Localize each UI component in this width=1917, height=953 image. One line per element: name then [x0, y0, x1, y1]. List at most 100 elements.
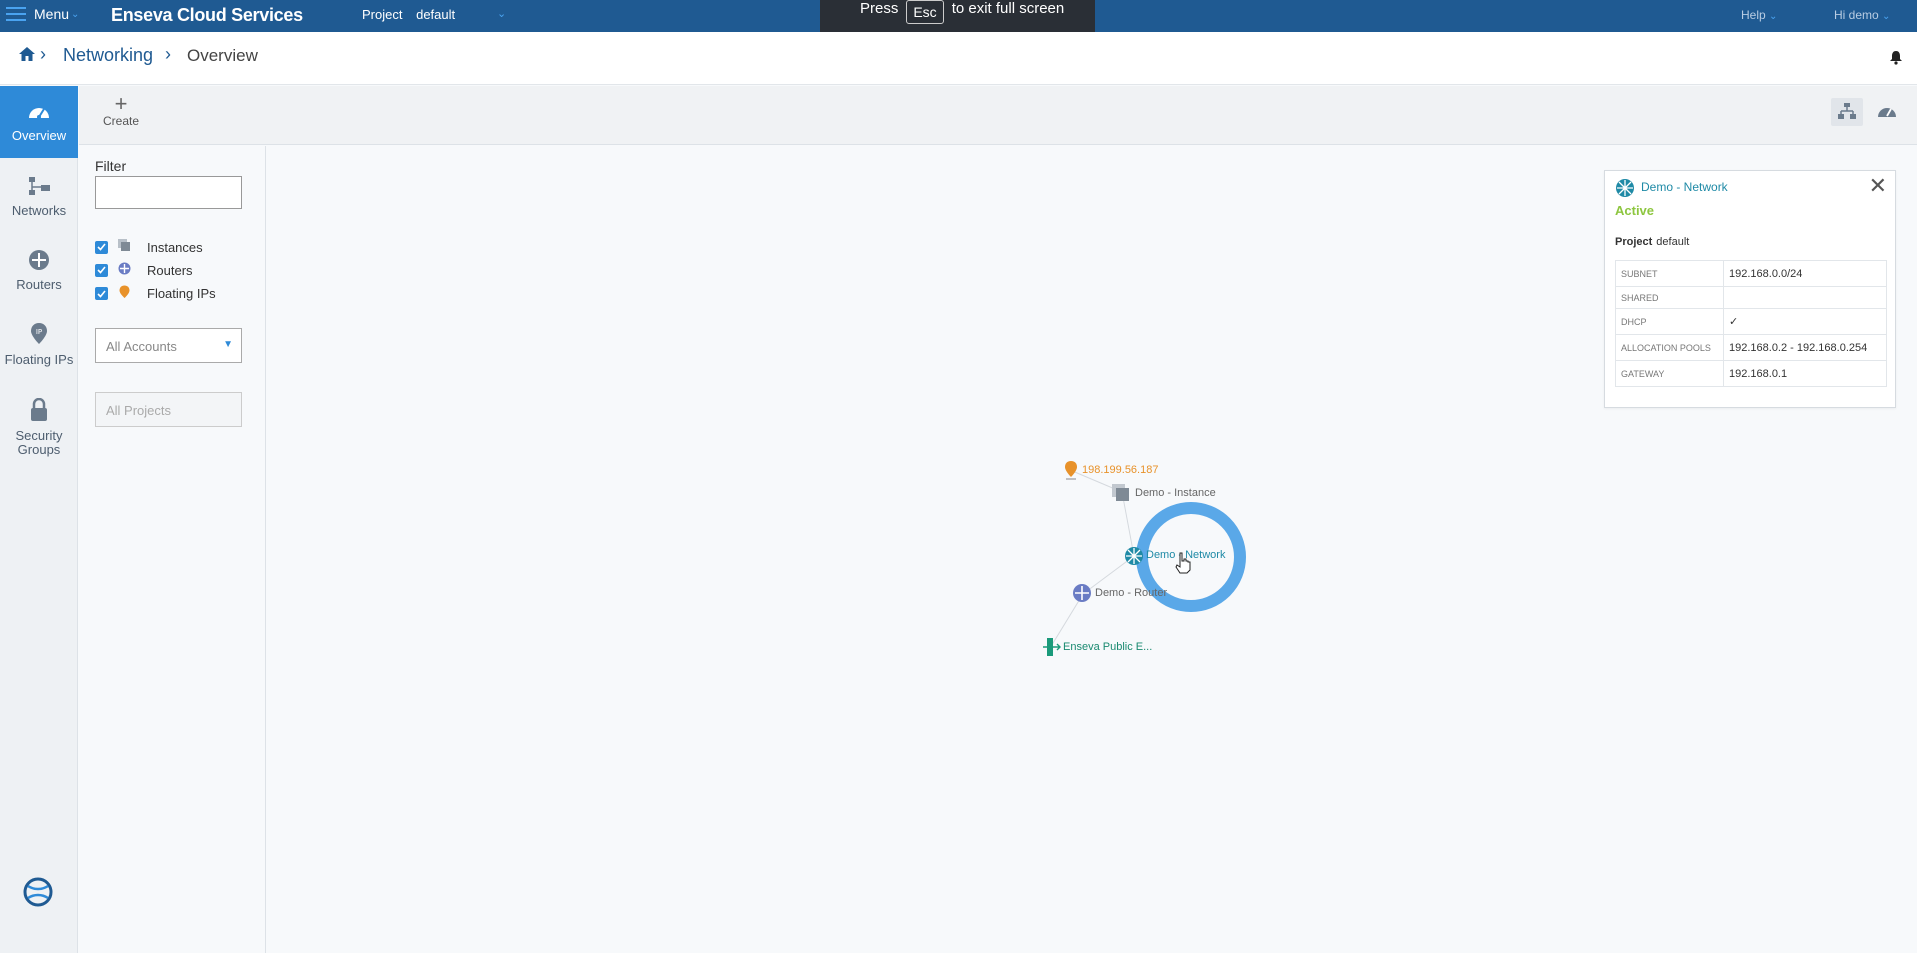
bell-icon[interactable]: [1889, 50, 1903, 68]
view-switcher: [1831, 98, 1903, 126]
ip-pin-icon: IP: [29, 322, 49, 349]
projects-select[interactable]: All Projects: [95, 392, 242, 427]
dashboard-view-button[interactable]: [1871, 98, 1903, 126]
filter-panel: Filter Instances Routers Floating IPs Al…: [79, 146, 266, 953]
checkbox-checked-icon: [95, 240, 108, 254]
checkbox-routers[interactable]: Routers: [95, 262, 193, 278]
plus-icon: +: [114, 91, 128, 116]
network-icon: [26, 175, 52, 200]
row-key: SUBNET: [1615, 260, 1724, 287]
external-network-node-icon[interactable]: [1042, 637, 1062, 660]
network-detail-card: Demo - Network ✕ Active Project default S…: [1604, 170, 1896, 408]
nav-label: Routers: [16, 276, 62, 292]
checkbox-floating-ips[interactable]: Floating IPs: [95, 285, 216, 302]
row-key: SHARED: [1615, 286, 1724, 309]
hamburger-icon: [6, 7, 26, 21]
project-label: Project: [1615, 236, 1653, 248]
project-selector[interactable]: Project default ⌄: [362, 7, 506, 22]
ip-pin-icon: [118, 285, 131, 302]
topology-view-button[interactable]: [1831, 98, 1863, 126]
row-key: ALLOCATION POOLS: [1615, 334, 1724, 361]
nav-item-routers[interactable]: Routers: [0, 234, 78, 306]
nav-item-overview[interactable]: Overview: [0, 86, 78, 158]
lock-icon: [30, 397, 48, 425]
create-label: Create: [103, 114, 140, 128]
checkbox-checked-icon: [95, 263, 108, 277]
brand-title: Enseva Cloud Services: [111, 5, 303, 25]
table-row: DHCP ✓: [1615, 308, 1887, 335]
enseva-logo-icon: [22, 876, 54, 911]
page-title: Overview: [187, 46, 258, 65]
user-menu[interactable]: Hi demo ⌄: [1834, 8, 1890, 22]
breadcrumb-networking[interactable]: Networking: [63, 45, 153, 66]
nav-label: Floating IPs: [4, 351, 74, 367]
nav-label: Networks: [11, 202, 67, 218]
breadcrumb: › Networking › Overview: [0, 32, 1917, 85]
topology-icon: [1838, 102, 1856, 122]
nav-item-floating-ips[interactable]: IP Floating IPs: [0, 308, 78, 380]
table-row: GATEWAY 192.168.0.1: [1615, 360, 1887, 387]
status-badge: Active: [1615, 203, 1655, 218]
router-icon: [118, 262, 131, 278]
left-nav: Overview Networks Routers IP Floating IP…: [0, 86, 78, 953]
accounts-select[interactable]: All Accounts ▼: [95, 328, 242, 363]
help-label: Help: [1741, 8, 1766, 22]
fullscreen-notice: Press Esc to exit full screen: [820, 0, 1095, 32]
chevron-down-icon: ⌄: [71, 8, 80, 20]
create-button[interactable]: + Create: [103, 91, 140, 129]
close-icon[interactable]: ✕: [1869, 175, 1887, 197]
nav-item-security-groups[interactable]: Security Groups: [0, 386, 78, 468]
router-node-icon[interactable]: [1072, 583, 1092, 606]
top-bar: Menu ⌄ Enseva Cloud Services Project def…: [0, 0, 1917, 32]
svg-text:IP: IP: [36, 328, 42, 336]
menu-label: Menu: [34, 6, 70, 22]
fullscreen-message: to exit full screen: [951, 0, 1065, 17]
checkbox-label: Floating IPs: [147, 286, 216, 301]
instance-node-icon[interactable]: [1112, 484, 1130, 505]
row-value: 192.168.0.0/24: [1723, 260, 1887, 287]
network-node-icon[interactable]: [1124, 546, 1144, 569]
instance-node-label[interactable]: Demo - Instance: [1135, 487, 1216, 499]
router-node-label[interactable]: Demo - Router: [1095, 587, 1167, 599]
table-row: ALLOCATION POOLS 192.168.0.2 - 192.168.0.…: [1615, 334, 1887, 361]
external-network-node-label[interactable]: Enseva Public E...: [1063, 641, 1152, 653]
row-key: DHCP: [1615, 308, 1724, 335]
chevron-down-icon: ▼: [223, 339, 233, 350]
accounts-select-value: All Accounts: [106, 339, 177, 354]
chevron-right-icon: ›: [40, 44, 46, 64]
chevron-down-icon: ⌄: [1882, 11, 1891, 22]
detail-title[interactable]: Demo - Network: [1641, 180, 1728, 194]
nav-label: Security Groups: [15, 427, 63, 457]
floating-ip-node-label[interactable]: 198.199.56.187: [1082, 464, 1158, 476]
project-value: default: [1656, 236, 1690, 248]
floating-ip-node-icon[interactable]: [1063, 460, 1079, 483]
chevron-down-icon: ⌄: [497, 8, 507, 20]
project-label: Project: [362, 7, 403, 22]
instance-icon: [118, 239, 131, 255]
checkbox-label: Instances: [147, 239, 203, 255]
user-label: Hi demo: [1834, 8, 1879, 22]
help-menu[interactable]: Help ⌄: [1741, 8, 1777, 22]
fullscreen-press: Press: [860, 0, 899, 17]
filter-input[interactable]: [95, 176, 242, 209]
gauge-icon: [1877, 103, 1897, 122]
row-value: 192.168.0.1: [1723, 360, 1887, 387]
gauge-icon: [27, 102, 51, 125]
nav-label: Overview: [11, 127, 67, 143]
chevron-down-icon: ⌄: [1769, 11, 1778, 22]
home-icon[interactable]: [18, 46, 36, 65]
esc-key: Esc: [906, 0, 944, 24]
table-row: SUBNET 192.168.0.0/24: [1615, 260, 1887, 287]
project-value: default: [416, 7, 456, 22]
projects-select-value: All Projects: [106, 403, 172, 418]
checkbox-instances[interactable]: Instances: [95, 239, 203, 255]
menu-button[interactable]: Menu ⌄: [6, 6, 79, 22]
table-row: SHARED: [1615, 286, 1887, 309]
filter-label: Filter: [95, 158, 127, 174]
chevron-right-icon: ›: [165, 44, 171, 64]
detail-project: Project default: [1615, 236, 1689, 248]
network-icon: [1615, 178, 1635, 201]
row-value: [1723, 286, 1887, 309]
router-icon: [28, 249, 50, 274]
nav-item-networks[interactable]: Networks: [0, 160, 78, 232]
